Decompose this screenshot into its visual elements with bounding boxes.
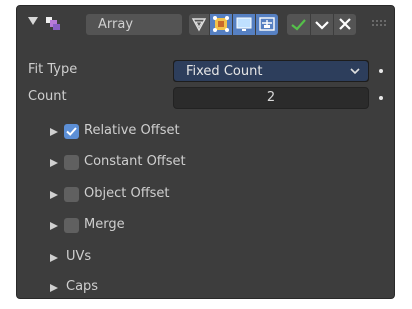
vertex-mode-icon <box>191 18 207 32</box>
fit-type-keyframe-dot[interactable] <box>379 69 383 73</box>
count-label: Count <box>28 89 67 104</box>
checkmark-icon <box>66 127 77 136</box>
subpanel-label: UVs <box>66 249 92 264</box>
expand-arrow-icon[interactable] <box>50 159 58 167</box>
count-field[interactable]: 2 <box>173 87 369 109</box>
fit-type-dropdown[interactable]: Fixed Count <box>173 60 369 82</box>
modifier-name-field[interactable]: Array <box>86 14 182 35</box>
remove-modifier-button[interactable] <box>334 14 356 35</box>
chevron-down-icon <box>350 68 360 75</box>
close-icon <box>339 18 351 30</box>
realtime-display-toggle[interactable] <box>233 14 255 35</box>
subpanel-label: Relative Offset <box>84 123 180 138</box>
relative-offset-checkbox[interactable] <box>64 124 79 139</box>
subpanel-label: Constant Offset <box>84 154 186 169</box>
modifier-menu-button[interactable] <box>311 14 333 35</box>
dropdown-chevron-icon <box>315 21 329 30</box>
array-modifier-panel: Array Fit Type Fixed Count Count 2 Relat… <box>16 5 395 299</box>
edit-mode-toggle[interactable] <box>210 14 232 35</box>
modifier-header: Array <box>17 6 394 41</box>
count-keyframe-dot[interactable] <box>379 96 383 100</box>
expand-arrow-icon[interactable] <box>50 222 58 230</box>
object-offset-checkbox[interactable] <box>64 187 79 202</box>
expand-arrow-icon[interactable] <box>50 284 58 292</box>
on-cage-vertex-toggle[interactable] <box>189 14 209 35</box>
expand-arrow-icon[interactable] <box>50 191 58 199</box>
apply-button[interactable] <box>287 14 310 35</box>
fit-type-value: Fixed Count <box>186 64 263 79</box>
constant-offset-checkbox[interactable] <box>64 155 79 170</box>
cage-icon <box>259 17 275 31</box>
apply-icon <box>291 19 306 31</box>
subpanel-label: Merge <box>84 217 125 232</box>
edit-mode-icon <box>213 16 229 32</box>
array-modifier-icon <box>46 17 60 30</box>
collapse-arrow-icon[interactable] <box>28 17 38 25</box>
expand-arrow-icon[interactable] <box>50 128 58 136</box>
fit-type-label: Fit Type <box>28 62 78 77</box>
subpanel-label: Caps <box>66 279 99 294</box>
expand-arrow-icon[interactable] <box>50 254 58 262</box>
drag-handle-icon[interactable] <box>372 19 386 29</box>
subpanel-label: Object Offset <box>84 186 170 201</box>
on-cage-toggle[interactable] <box>256 14 278 35</box>
realtime-display-icon <box>236 17 252 31</box>
merge-checkbox[interactable] <box>64 218 79 233</box>
